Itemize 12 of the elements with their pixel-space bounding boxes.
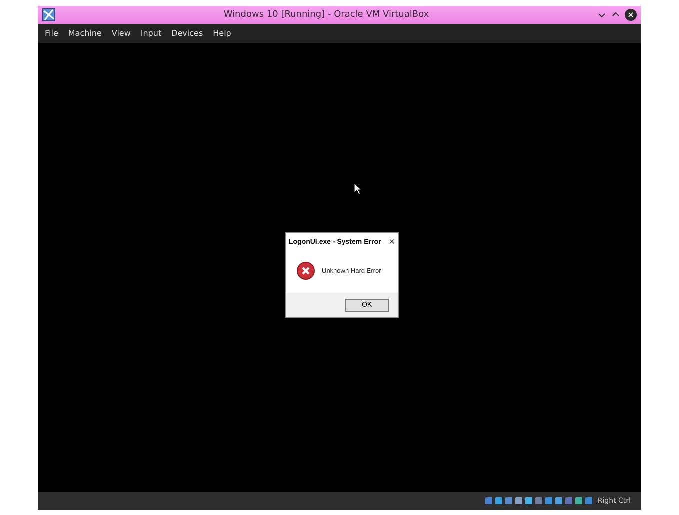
menu-item[interactable]: View xyxy=(106,27,136,40)
menu-item[interactable]: Help xyxy=(208,27,236,40)
close-button[interactable]: × xyxy=(389,236,395,248)
menu-item[interactable]: File xyxy=(40,27,64,40)
mouse-pointer-icon xyxy=(354,183,362,195)
window-title: Windows 10 [Running] - Oracle VM VirtualBox xyxy=(222,10,430,20)
close-icon[interactable] xyxy=(625,9,637,21)
menu-item[interactable]: Machine xyxy=(63,27,107,40)
menu-item[interactable]: Devices xyxy=(166,27,208,40)
app-logo-icon xyxy=(42,8,56,22)
error-icon xyxy=(297,262,315,280)
menu-item[interactable]: Input xyxy=(136,27,167,40)
